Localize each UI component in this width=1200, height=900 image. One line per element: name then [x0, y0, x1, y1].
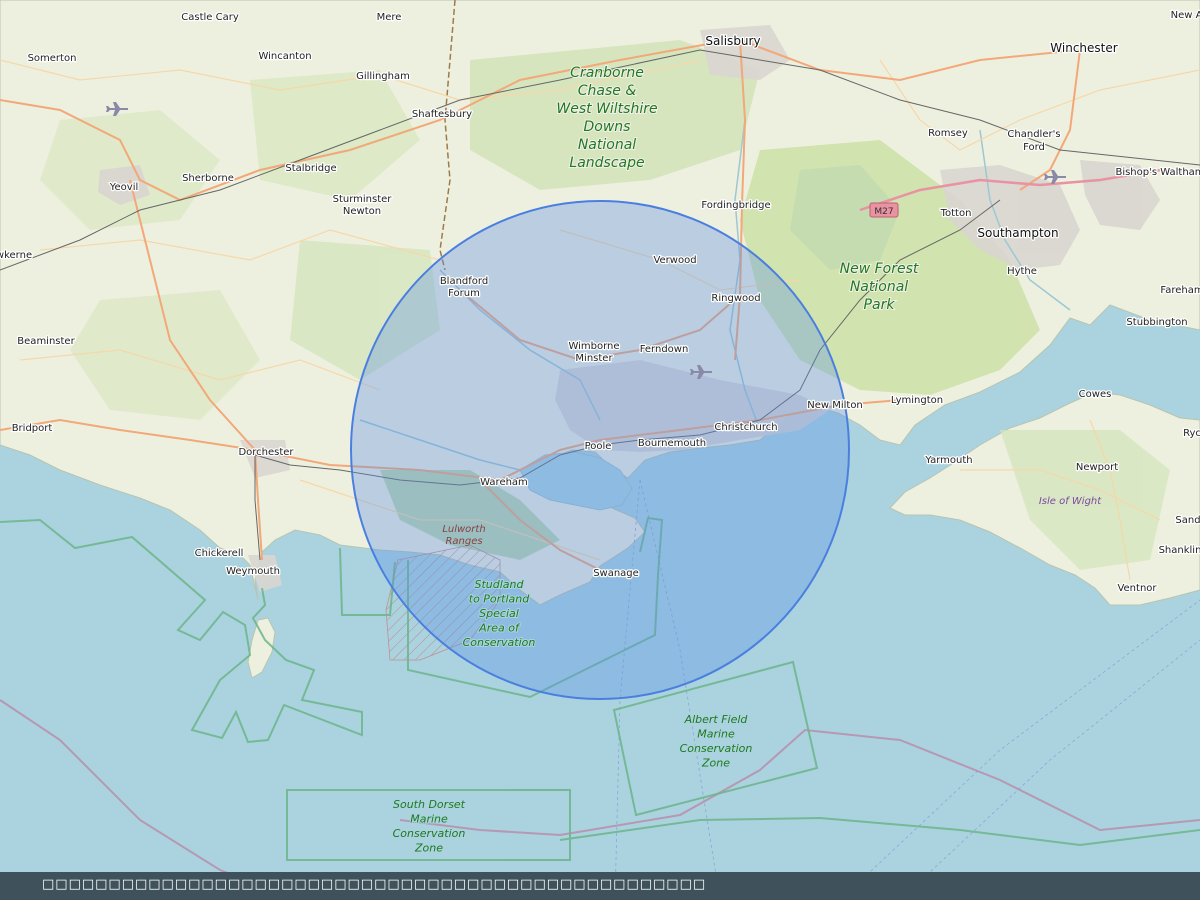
park-label: Park	[864, 297, 896, 313]
conservation-label: Conservation	[680, 742, 753, 755]
conservation-label: Special	[479, 607, 519, 620]
town-label: Forum	[448, 288, 480, 299]
town-label: wkerne	[0, 250, 32, 261]
park-label: National	[578, 137, 636, 153]
conservation-label: Conservation	[393, 827, 466, 840]
road-shield-m27: M27	[869, 202, 899, 218]
conservation-label: Albert Field	[684, 713, 749, 726]
town-label: Shaftesbury	[412, 109, 472, 120]
conservation-label: Marine	[697, 728, 735, 741]
town-label: New Milton	[807, 400, 863, 411]
conservation-label: Area of	[478, 622, 521, 635]
road-shield-label: M27	[874, 207, 893, 217]
town-label: Verwood	[653, 255, 696, 266]
town-label: Beaminster	[17, 336, 75, 347]
town-label: Ventnor	[1117, 583, 1157, 594]
town-label: Fordingbridge	[701, 200, 770, 211]
town-label: Chickerell	[195, 548, 244, 559]
park-label: Chase &	[578, 83, 637, 99]
town-label: Winchester	[1050, 41, 1117, 55]
area-label: Ranges	[445, 536, 482, 547]
town-label: Salisbury	[705, 34, 760, 48]
town-label: Cowes	[1079, 389, 1112, 400]
town-label: New Alr	[1171, 10, 1200, 21]
town-label: Christchurch	[714, 422, 777, 433]
town-label: Wimborne	[568, 341, 619, 352]
town-label: Sand	[1175, 515, 1200, 526]
town-label: Ford	[1023, 142, 1045, 153]
town-label: Poole	[585, 441, 612, 452]
town-label: Bishop's Waltham	[1115, 167, 1200, 178]
area-label: Isle of Wight	[1039, 496, 1102, 507]
town-label: Ferndown	[640, 344, 689, 355]
map-canvas[interactable]: M27 Castle Cary Mere Salisbury Winchester Ne…	[0, 0, 1200, 900]
park-label: New Forest	[840, 261, 919, 277]
town-label: Wincanton	[258, 51, 311, 62]
park-label: Cranborne	[570, 65, 644, 81]
town-label: Blandford	[440, 276, 488, 287]
town-label: Newport	[1076, 462, 1118, 473]
town-label: Swanage	[593, 568, 639, 579]
town-label: Sherborne	[182, 173, 234, 184]
town-label: Wareham	[480, 477, 528, 488]
town-label: Southampton	[977, 226, 1058, 240]
town-label: Mere	[377, 12, 402, 23]
park-label: Landscape	[569, 155, 644, 171]
town-label: Stubbington	[1126, 317, 1187, 328]
town-label: Newton	[343, 206, 381, 217]
conservation-label: Zone	[414, 842, 443, 855]
park-label: National	[850, 279, 908, 295]
conservation-label: Zone	[701, 757, 730, 770]
town-label: Minster	[575, 353, 613, 364]
town-label: Gillingham	[356, 71, 410, 82]
town-label: Totton	[940, 208, 972, 219]
conservation-label: to Portland	[469, 593, 531, 606]
park-label: Downs	[584, 119, 631, 135]
park-label: West Wiltshire	[556, 101, 657, 117]
town-label: Ryc	[1183, 428, 1200, 439]
town-label: Weymouth	[226, 566, 280, 577]
town-label: Somerton	[28, 53, 77, 64]
town-label: Fareham	[1160, 285, 1200, 296]
town-label: Bridport	[12, 423, 53, 434]
town-label: Dorchester	[238, 447, 294, 458]
area-label: Lulworth	[442, 524, 485, 535]
town-label: Stalbridge	[285, 163, 336, 174]
town-label: Yeovil	[109, 182, 139, 193]
conservation-label: Marine	[410, 813, 448, 826]
town-label: Lymington	[891, 395, 943, 406]
conservation-label: South Dorset	[393, 798, 466, 811]
town-label: Ringwood	[711, 293, 760, 304]
footer-bar: □□□□□□□□□□□□□□□□□□□□□□□□□□□□□□□□□□□□□□□□…	[0, 872, 1200, 900]
town-label: Romsey	[928, 128, 968, 139]
town-label: Sturminster	[333, 194, 393, 205]
town-label: Chandler's	[1007, 129, 1060, 140]
town-label: Shanklin	[1159, 545, 1200, 556]
conservation-label: Conservation	[463, 636, 536, 649]
town-label: Castle Cary	[181, 12, 239, 23]
town-label: Bournemouth	[638, 438, 706, 449]
town-label: Hythe	[1007, 266, 1037, 277]
conservation-label: Studland	[474, 578, 524, 591]
town-label: Yarmouth	[924, 455, 972, 466]
footer-text: □□□□□□□□□□□□□□□□□□□□□□□□□□□□□□□□□□□□□□□□…	[42, 877, 707, 892]
